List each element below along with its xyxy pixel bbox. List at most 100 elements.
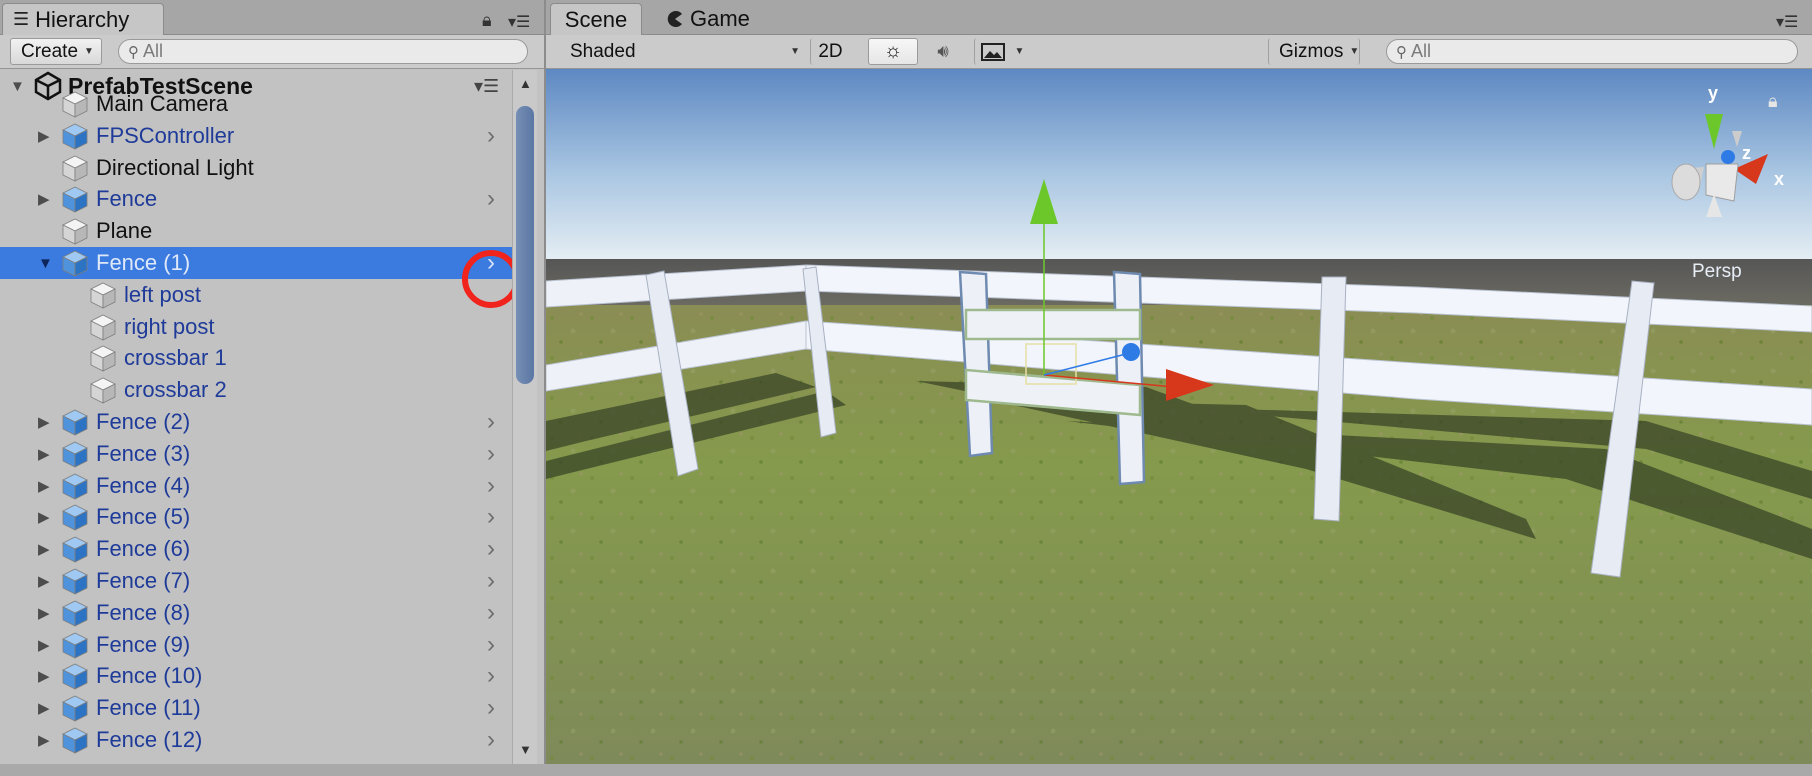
- cube-icon: [62, 600, 88, 627]
- foldout-collapsed-icon[interactable]: ▶: [38, 604, 50, 622]
- create-button-label: Create: [21, 40, 79, 62]
- scene-render[interactable]: y z x Persp: [546, 69, 1812, 764]
- foldout-collapsed-icon[interactable]: ▶: [38, 508, 50, 526]
- hierarchy-row-label: Fence: [96, 186, 158, 212]
- scrollbar-thumb[interactable]: [516, 106, 534, 384]
- panel-menu-icon[interactable]: ▾☰: [1776, 12, 1798, 32]
- hierarchy-row-label: Fence (3): [96, 440, 191, 466]
- chevron-right-icon[interactable]: ›: [487, 503, 495, 531]
- hierarchy-row[interactable]: ▶ Fence (10) ›: [0, 660, 512, 692]
- tab-scene-label: Scene: [564, 6, 628, 32]
- chevron-right-icon[interactable]: ›: [487, 631, 495, 659]
- scroll-down-arrow-icon[interactable]: ▼: [519, 742, 532, 757]
- scroll-up-arrow-icon[interactable]: ▲: [519, 76, 532, 91]
- hierarchy-row[interactable]: ▶ Fence (12) ›: [0, 724, 512, 756]
- lighting-toggle[interactable]: ☼: [868, 38, 918, 65]
- hierarchy-row[interactable]: ▶ FPSController ›: [0, 120, 512, 152]
- hierarchy-row[interactable]: ▶ Fence (2) ›: [0, 406, 512, 438]
- hierarchy-row[interactable]: ▶ Fence (6) ›: [0, 533, 512, 565]
- dropdown-arrow-icon: ▼: [1349, 46, 1360, 57]
- projection-label[interactable]: Persp: [1692, 261, 1742, 282]
- cube-icon: [62, 186, 88, 214]
- hierarchy-row[interactable]: ▶ Fence (7) ›: [0, 565, 512, 597]
- chevron-right-icon[interactable]: ›: [487, 662, 495, 690]
- create-button[interactable]: Create ▼: [10, 38, 102, 65]
- foldout-collapsed-icon[interactable]: ▶: [38, 477, 50, 495]
- chevron-right-icon[interactable]: ›: [487, 726, 495, 754]
- hierarchy-child-row[interactable]: right post: [0, 311, 512, 343]
- chevron-right-icon[interactable]: ›: [487, 440, 495, 468]
- hierarchy-row[interactable]: ▶ Fence ›: [0, 183, 512, 215]
- tab-game[interactable]: Game: [664, 3, 774, 35]
- magnifier-icon: ⚲: [1396, 43, 1407, 61]
- cube-icon: [62, 504, 88, 532]
- chevron-right-icon[interactable]: ›: [487, 185, 495, 213]
- hierarchy-row[interactable]: Main Camera: [0, 88, 512, 120]
- chevron-right-icon[interactable]: ›: [487, 567, 495, 595]
- foldout-collapsed-icon[interactable]: ▶: [38, 190, 50, 208]
- foldout-collapsed-icon[interactable]: ▶: [38, 636, 50, 654]
- hierarchy-row[interactable]: ▶ Fence (8) ›: [0, 597, 512, 629]
- hierarchy-row-label: Main Camera: [96, 91, 229, 116]
- pacman-icon: [667, 11, 682, 27]
- panel-menu-icon[interactable]: ▾☰: [508, 12, 530, 32]
- hierarchy-row-label: Fence (2): [96, 409, 191, 434]
- shading-mode-dropdown[interactable]: Shaded ▼: [560, 38, 804, 65]
- hierarchy-child-row[interactable]: crossbar 1: [0, 342, 512, 374]
- scene-panel: Scene Game ▾☰ Shaded ▼ 2D ☼ 🔊︎ ▼ Gizmos …: [546, 0, 1812, 776]
- cube-icon: [62, 568, 88, 595]
- tab-scene[interactable]: Scene: [550, 3, 642, 35]
- cube-icon: [62, 250, 88, 277]
- hierarchy-row-label: Fence (5): [96, 504, 191, 530]
- foldout-collapsed-icon[interactable]: ▶: [38, 540, 50, 558]
- hierarchy-row-label: Fence (4): [96, 472, 191, 498]
- gizmo-z-label: z: [1742, 143, 1751, 163]
- hierarchy-row[interactable]: ▶ Fence (11) ›: [0, 692, 512, 724]
- audio-toggle[interactable]: 🔊︎: [920, 38, 966, 65]
- chevron-right-icon[interactable]: ›: [487, 694, 495, 722]
- foldout-collapsed-icon[interactable]: ▶: [38, 731, 50, 749]
- chevron-right-icon[interactable]: ›: [487, 122, 495, 150]
- hierarchy-child-row[interactable]: crossbar 2: [0, 374, 512, 406]
- lock-icon[interactable]: 🔒︎: [1768, 91, 1778, 112]
- gizmo-z-handle[interactable]: [1122, 343, 1140, 361]
- chevron-right-icon[interactable]: ›: [487, 408, 495, 436]
- hierarchy-row-label: Fence (1): [96, 250, 191, 275]
- foldout-collapsed-icon[interactable]: ▶: [38, 127, 50, 145]
- chevron-right-icon[interactable]: ›: [487, 535, 495, 563]
- tab-hierarchy[interactable]: ☰ Hierarchy: [2, 3, 164, 35]
- gizmos-dropdown[interactable]: Gizmos ▼: [1268, 38, 1360, 65]
- gizmo-x-label: x: [1774, 169, 1784, 189]
- effects-toggle[interactable]: ▼: [974, 38, 1030, 65]
- list-icon: ☰: [13, 9, 30, 29]
- hierarchy-row[interactable]: ▶ Fence (4) ›: [0, 470, 512, 502]
- foldout-collapsed-icon[interactable]: ▶: [38, 667, 50, 685]
- scene-viewport[interactable]: y z x Persp 🔒︎: [546, 69, 1812, 764]
- hierarchy-scrollbar[interactable]: ▲ ▼: [512, 70, 537, 770]
- foldout-collapsed-icon[interactable]: ▶: [38, 445, 50, 463]
- hierarchy-row[interactable]: ▶ Fence (9) ›: [0, 629, 512, 661]
- chevron-right-icon[interactable]: ›: [487, 599, 495, 627]
- foldout-collapsed-icon[interactable]: ▶: [38, 699, 50, 717]
- foldout-collapsed-icon[interactable]: ▶: [38, 572, 50, 590]
- mode-2d-toggle[interactable]: 2D: [810, 38, 850, 65]
- hierarchy-row[interactable]: Plane: [0, 215, 512, 247]
- chevron-right-icon[interactable]: ›: [487, 472, 495, 500]
- hierarchy-row[interactable]: ▶ Fence (3) ›: [0, 438, 512, 470]
- hierarchy-row[interactable]: Directional Light: [0, 152, 512, 184]
- cube-icon: [90, 314, 116, 341]
- hierarchy-search-placeholder: All: [143, 41, 164, 61]
- dropdown-arrow-icon[interactable]: ▼: [1015, 46, 1025, 57]
- gizmos-label: Gizmos: [1279, 40, 1344, 62]
- hierarchy-row-label: Fence (6): [96, 536, 191, 562]
- hierarchy-row[interactable]: ▼ Fence (1) ›: [0, 247, 512, 279]
- hierarchy-search-input[interactable]: ⚲ All: [118, 39, 528, 64]
- lock-icon[interactable]: 🔒︎: [482, 10, 492, 31]
- tab-game-label: Game: [690, 6, 750, 31]
- hierarchy-child-row[interactable]: left post: [0, 279, 512, 311]
- foldout-expanded-icon[interactable]: ▼: [38, 255, 53, 272]
- hierarchy-row[interactable]: ▶ Fence (5) ›: [0, 501, 512, 533]
- cube-icon: [62, 473, 88, 500]
- foldout-collapsed-icon[interactable]: ▶: [38, 413, 50, 431]
- scene-search-input[interactable]: ⚲ All: [1386, 39, 1798, 64]
